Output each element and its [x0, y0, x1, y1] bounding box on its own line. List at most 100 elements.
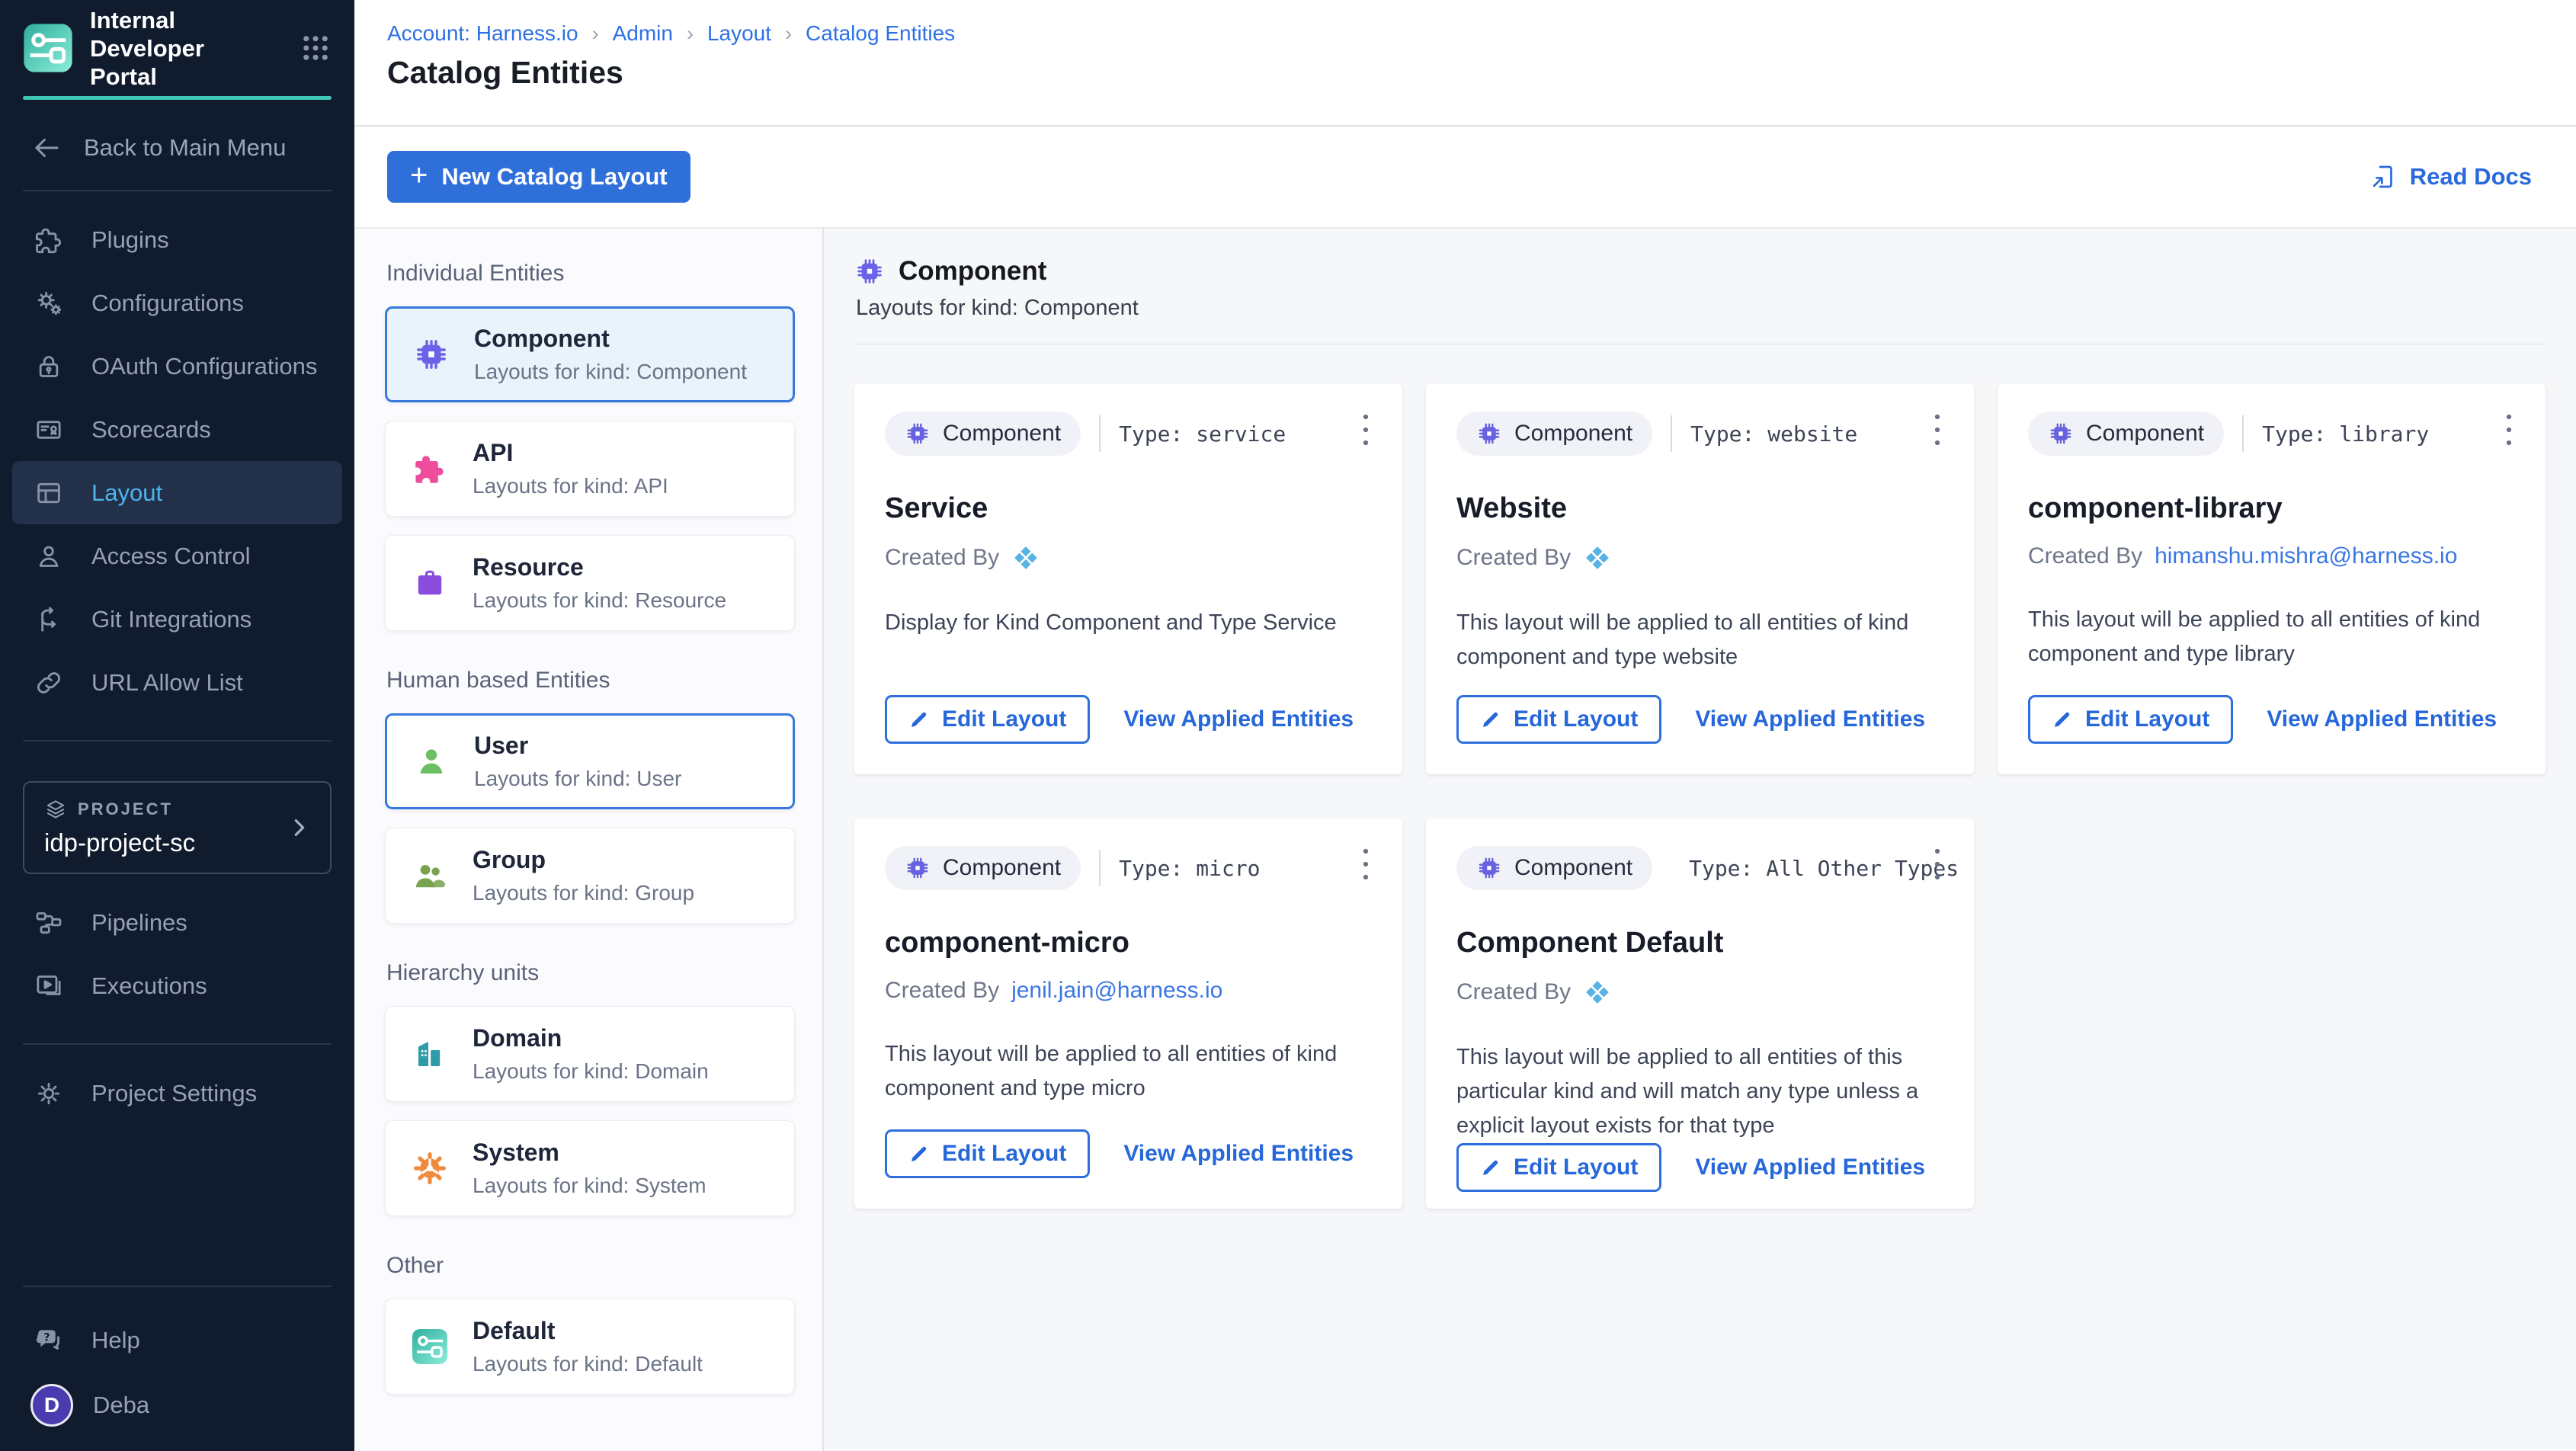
gear-icon — [34, 1078, 64, 1109]
sidebar-item-project-settings[interactable]: Project Settings — [12, 1062, 342, 1125]
git-branch-icon — [34, 604, 64, 635]
chevron-right-icon — [287, 816, 310, 839]
content: Individual EntitiesComponentLayouts for … — [354, 229, 2576, 1451]
arrow-left-icon — [30, 132, 62, 164]
view-applied-entities-link[interactable]: View Applied Entities — [1123, 706, 1354, 732]
scorecard-icon — [34, 415, 64, 445]
card-menu-kebab-icon[interactable] — [2492, 408, 2526, 451]
created-by-label: Created By — [2028, 543, 2142, 569]
sidebar-item-pipelines[interactable]: Pipelines — [12, 891, 342, 954]
sidebar-item-layout[interactable]: Layout — [12, 461, 342, 524]
card-title: Service — [885, 492, 1372, 525]
entity-kind-title: Domain — [473, 1024, 709, 1052]
breadcrumb-item[interactable]: Admin — [613, 21, 673, 46]
entity-kind-group[interactable]: GroupLayouts for kind: Group — [385, 828, 795, 924]
entity-kind-title: User — [474, 732, 681, 760]
sidebar-project-nav: Pipelines Executions — [0, 874, 354, 1017]
entity-kind-text: ResourceLayouts for kind: Resource — [473, 553, 726, 613]
entity-kind-resource[interactable]: ResourceLayouts for kind: Resource — [385, 535, 795, 631]
card-menu-kebab-icon[interactable] — [1921, 408, 1954, 451]
sidebar-item-scorecards[interactable]: Scorecards — [12, 398, 342, 461]
card-top: ComponentType: micro — [885, 846, 1372, 890]
edit-layout-button[interactable]: Edit Layout — [1456, 695, 1661, 744]
read-docs-link[interactable]: Read Docs — [2369, 162, 2532, 191]
svg-text:?: ? — [43, 1331, 50, 1344]
entity-kind-subtitle: Layouts for kind: Default — [473, 1352, 703, 1376]
edit-layout-button[interactable]: Edit Layout — [2028, 695, 2233, 744]
breadcrumb-item[interactable]: Catalog Entities — [806, 21, 955, 46]
sidebar-item-label: Pipelines — [91, 909, 187, 937]
group-kind-icon — [412, 857, 448, 894]
layout-card-component-library: ComponentType: librarycomponent-libraryC… — [1998, 384, 2546, 774]
creator-email-link[interactable]: himanshu.mishra@harness.io — [2155, 543, 2457, 569]
project-label: PROJECT — [78, 799, 173, 819]
entity-section-title: Other — [386, 1253, 795, 1279]
entity-kind-subtitle: Layouts for kind: System — [473, 1174, 706, 1198]
pipeline-icon — [34, 908, 64, 938]
sidebar-item-plugins[interactable]: Plugins — [12, 208, 342, 271]
breadcrumb-separator: › — [785, 22, 792, 46]
harness-blue-icon — [1011, 543, 1040, 572]
sidebar-item-oauth-configurations[interactable]: OAuth Configurations — [12, 335, 342, 398]
card-description: This layout will be applied to all entit… — [2028, 603, 2515, 671]
edit-layout-button[interactable]: Edit Layout — [885, 1129, 1090, 1178]
breadcrumb-item[interactable]: Layout — [707, 21, 771, 46]
entity-kind-component[interactable]: ComponentLayouts for kind: Component — [385, 306, 795, 402]
view-applied-entities-link[interactable]: View Applied Entities — [2267, 706, 2497, 732]
entity-kind-title: System — [473, 1139, 706, 1167]
chip-icon — [1476, 421, 1502, 447]
edit-layout-label: Edit Layout — [1514, 706, 1638, 732]
kind-title: Component — [899, 256, 1046, 287]
entity-kind-system[interactable]: System Layouts for kind: System — [385, 1120, 795, 1216]
resource-kind-icon — [412, 565, 448, 601]
edit-layout-button[interactable]: Edit Layout — [885, 695, 1090, 744]
entity-kind-subtitle: Layouts for kind: Resource — [473, 588, 726, 613]
chat-help-icon: ? — [34, 1325, 64, 1356]
kind-badge-label: Component — [2086, 421, 2204, 447]
read-docs-label: Read Docs — [2410, 163, 2532, 191]
sidebar-item-url-allow-list[interactable]: URL Allow List — [12, 651, 342, 714]
view-applied-entities-link[interactable]: View Applied Entities — [1695, 1155, 1925, 1180]
layout-card-component-micro: ComponentType: microcomponent-microCreat… — [854, 818, 1402, 1209]
sidebar-item-help[interactable]: ?Help — [12, 1308, 342, 1372]
domain-kind-icon — [412, 1036, 448, 1072]
creator-email-link[interactable]: jenil.jain@harness.io — [1011, 978, 1222, 1004]
project-selector[interactable]: PROJECT idp-project-sc — [23, 781, 332, 874]
user-menu[interactable]: D Deba — [0, 1372, 354, 1439]
edit-layout-button[interactable]: Edit Layout — [1456, 1143, 1661, 1192]
entity-kind-domain[interactable]: DomainLayouts for kind: Domain — [385, 1006, 795, 1102]
sidebar-item-configurations[interactable]: Configurations — [12, 271, 342, 335]
view-applied-entities-link[interactable]: View Applied Entities — [1695, 706, 1925, 732]
entity-kind-api[interactable]: APILayouts for kind: API — [385, 421, 795, 517]
back-to-main-menu[interactable]: Back to Main Menu — [0, 100, 354, 164]
card-menu-kebab-icon[interactable] — [1349, 843, 1383, 886]
sidebar-item-git-integrations[interactable]: Git Integrations — [12, 588, 342, 651]
entity-kind-user[interactable]: UserLayouts for kind: User — [385, 713, 795, 809]
breadcrumb-item[interactable]: Account: Harness.io — [387, 21, 578, 46]
doc-arrow-icon — [2369, 162, 2398, 191]
card-footer: Edit Layout View Applied Entities — [885, 695, 1372, 744]
puzzle-icon — [34, 225, 64, 255]
card-menu-kebab-icon[interactable] — [1921, 843, 1954, 886]
brand-title: Internal Developer Portal — [90, 6, 258, 91]
entity-kind-title: API — [473, 439, 668, 467]
layout-card-service: ComponentType: serviceServiceCreated ByD… — [854, 384, 1402, 774]
pencil-icon — [908, 709, 930, 730]
view-applied-entities-link[interactable]: View Applied Entities — [1123, 1141, 1354, 1167]
type-separator — [1099, 415, 1101, 452]
entity-kind-text: APILayouts for kind: API — [473, 439, 668, 498]
kind-subtitle: Layouts for kind: Component — [856, 296, 2546, 321]
entity-kind-default[interactable]: DefaultLayouts for kind: Default — [385, 1299, 795, 1395]
main-column: Account: Harness.io›Admin›Layout›Catalog… — [354, 0, 2576, 1451]
grid-menu-icon[interactable] — [300, 32, 332, 64]
sidebar-settings-nav: Project Settings — [0, 1045, 354, 1125]
layout-card-component-default: ComponentType: All Other TypesComponent … — [1426, 818, 1974, 1209]
page-title: Catalog Entities — [387, 55, 2533, 91]
sidebar-item-executions[interactable]: Executions — [12, 954, 342, 1017]
default-kind-icon — [412, 1328, 448, 1365]
kind-badge-label: Component — [1514, 421, 1632, 447]
created-by-row: Created By — [885, 543, 1372, 572]
sidebar-item-access-control[interactable]: Access Control — [12, 524, 342, 588]
card-menu-kebab-icon[interactable] — [1349, 408, 1383, 451]
new-catalog-layout-button[interactable]: + New Catalog Layout — [387, 151, 690, 203]
